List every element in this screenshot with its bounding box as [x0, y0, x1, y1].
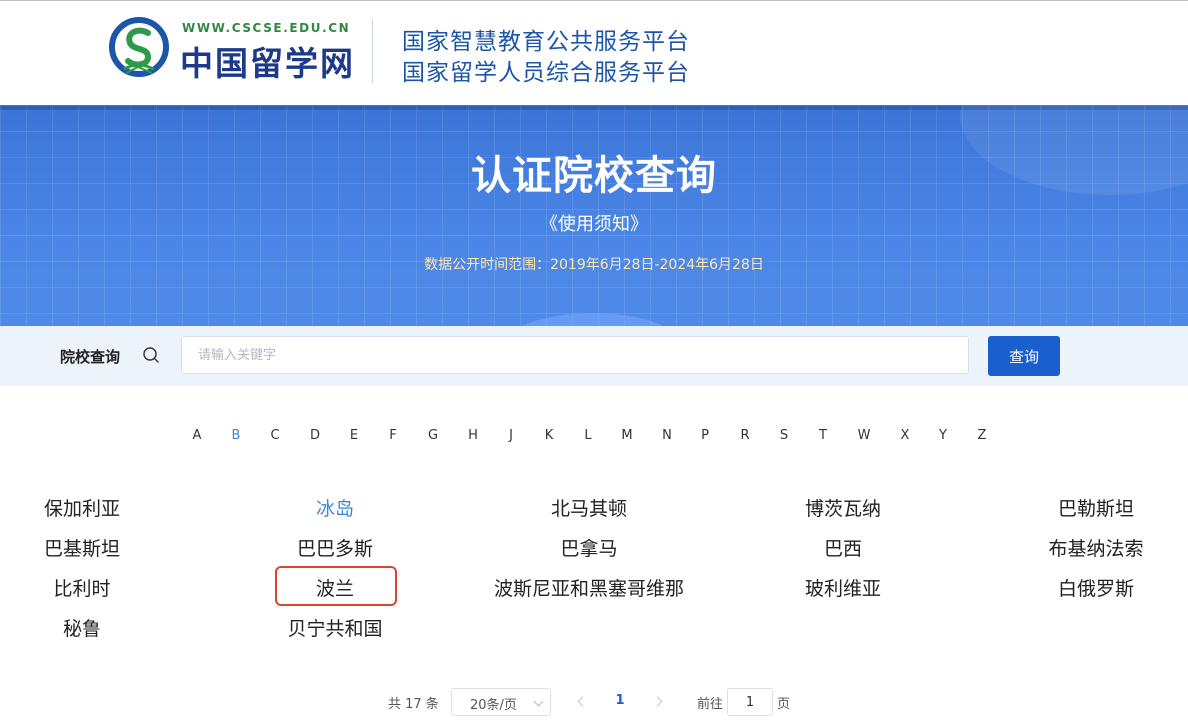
data-date-range: 数据公开时间范围：2019年6月28日-2024年6月28日 [424, 257, 764, 273]
page-size-value: 20条/页 [470, 698, 517, 713]
letter-t[interactable]: T [811, 428, 835, 443]
platform-title-1[interactable]: 国家智慧教育公共服务平台 [402, 22, 690, 56]
letter-h[interactable]: H [461, 428, 485, 443]
letter-d[interactable]: D [303, 428, 327, 443]
alphabet-filter: ABC DEF G HJKLM NP RST W XYZ [0, 428, 1188, 448]
letter-k[interactable]: K [537, 428, 561, 443]
letter-a[interactable]: A [185, 428, 209, 443]
country-item[interactable]: 保加利亚 [0, 494, 202, 521]
platform-title-2[interactable]: 国家留学人员综合服务平台 [402, 53, 690, 87]
goto-label: 前往 [697, 697, 724, 712]
country-item[interactable]: 巴西 [723, 534, 963, 561]
goto-page-input[interactable] [727, 688, 773, 716]
letter-j[interactable]: J [499, 428, 523, 443]
page-size-select[interactable]: 20条/页 [451, 688, 551, 716]
letter-y[interactable]: Y [931, 428, 955, 443]
header-divider [372, 19, 373, 83]
logo-name-text[interactable]: 中国留学网 [180, 37, 355, 85]
country-item[interactable]: 白俄罗斯 [976, 574, 1188, 601]
country-item[interactable]: 巴巴多斯 [215, 534, 455, 561]
cscse-logo-icon[interactable] [108, 17, 170, 79]
hero-banner: 认证院校查询 《使用须知》 数据公开时间范围：2019年6月28日-2024年6… [0, 105, 1188, 326]
letter-r[interactable]: R [733, 428, 757, 443]
search-button[interactable]: 查询 [988, 336, 1060, 376]
letter-c[interactable]: C [263, 428, 287, 443]
highlight-box [275, 566, 397, 606]
pagination-total: 共 17 条 [388, 697, 439, 712]
letter-x[interactable]: X [893, 428, 917, 443]
usage-notice-link[interactable]: 《使用须知》 [0, 210, 1188, 236]
letter-f[interactable]: F [381, 428, 405, 443]
country-item[interactable]: 贝宁共和国 [215, 614, 455, 641]
letter-l[interactable]: L [576, 428, 600, 443]
letter-z[interactable]: Z [970, 428, 994, 443]
site-header: WWW.CSCSE.EDU.CN 中国留学网 国家智慧教育公共服务平台 国家留学… [0, 1, 1188, 105]
country-item[interactable]: 秘鲁 [0, 614, 202, 641]
current-page-number[interactable]: 1 [610, 693, 630, 708]
next-page-icon[interactable] [651, 694, 667, 710]
search-icon [143, 347, 159, 363]
letter-e[interactable]: E [342, 428, 366, 443]
country-item[interactable]: 布基纳法索 [976, 534, 1188, 561]
country-item[interactable]: 波斯尼亚和黑塞哥维那 [469, 574, 709, 601]
logo-url-text: WWW.CSCSE.EDU.CN [182, 21, 351, 35]
letter-g[interactable]: G [421, 428, 445, 443]
letter-n[interactable]: N [655, 428, 679, 443]
search-bar: 院校查询 查询 [0, 326, 1188, 386]
chevron-down-icon [533, 696, 544, 707]
search-input[interactable] [181, 336, 969, 374]
country-item[interactable]: 巴拿马 [469, 534, 709, 561]
prev-page-icon[interactable] [574, 694, 590, 710]
page-unit-label: 页 [777, 697, 791, 712]
country-item[interactable]: 巴勒斯坦 [976, 494, 1188, 521]
search-label: 院校查询 [60, 348, 121, 366]
country-item[interactable]: 北马其顿 [469, 494, 709, 521]
country-item[interactable]: 冰岛 [215, 494, 455, 521]
country-item[interactable]: 博茨瓦纳 [723, 494, 963, 521]
letter-p[interactable]: P [693, 428, 717, 443]
page-title: 认证院校查询 [471, 153, 717, 199]
letter-w[interactable]: W [852, 428, 876, 443]
letter-m[interactable]: M [615, 428, 639, 443]
country-item[interactable]: 比利时 [0, 574, 202, 601]
letter-b[interactable]: B [224, 428, 248, 443]
country-item[interactable]: 玻利维亚 [723, 574, 963, 601]
country-item[interactable]: 巴基斯坦 [0, 534, 202, 561]
letter-s[interactable]: S [772, 428, 796, 443]
